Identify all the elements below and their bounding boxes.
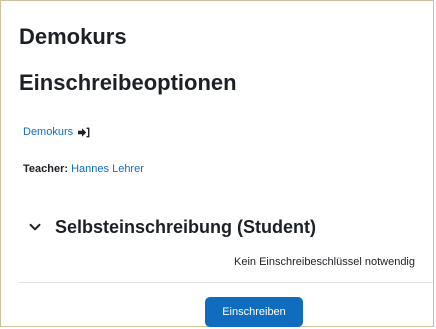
course-link-row: Demokurs bbox=[23, 125, 90, 139]
enrol-button[interactable]: Einschreiben bbox=[205, 297, 303, 327]
teacher-row: Teacher: Hannes Lehrer bbox=[23, 162, 144, 176]
enrolment-method-title: Selbsteinschreibung (Student) bbox=[55, 217, 317, 237]
section-divider bbox=[19, 282, 433, 283]
course-title: Demokurs bbox=[19, 24, 127, 49]
page-frame: Demokurs Einschreibeoptionen Demokurs Te… bbox=[0, 0, 434, 327]
enrolment-key-note: Kein Einschreibeschlüssel notwendig bbox=[234, 256, 415, 268]
course-link[interactable]: Demokurs bbox=[23, 125, 73, 139]
teacher-link[interactable]: Hannes Lehrer bbox=[71, 163, 144, 175]
teacher-label: Teacher: bbox=[23, 163, 69, 175]
chevron-down-icon[interactable] bbox=[29, 221, 41, 233]
enrolment-section-header[interactable]: Selbsteinschreibung (Student) bbox=[29, 215, 316, 239]
page-title: Einschreibeoptionen bbox=[19, 70, 237, 95]
enrol-arrow-icon bbox=[78, 127, 90, 137]
